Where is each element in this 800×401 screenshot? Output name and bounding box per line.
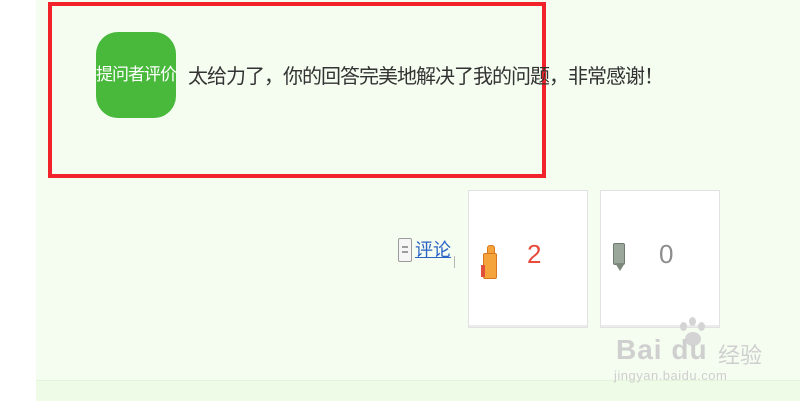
thumbs-down-icon [613, 243, 625, 273]
watermark-logo-text: Bai du [616, 334, 708, 365]
asker-evaluation-badge: 提问者评价 [96, 32, 177, 118]
upvote-count: 2 [527, 239, 542, 269]
evaluation-text: 太给力了，你的回答完美地解决了我的问题，非常感谢！ [188, 64, 664, 88]
comment-icon[interactable] [398, 238, 412, 262]
downvote-button[interactable]: 0 [600, 190, 720, 328]
comment-link[interactable]: 评论 [415, 236, 451, 262]
watermark-url: jingyan.baidu.com [614, 368, 728, 383]
watermark-brand-text: 经验 [718, 344, 763, 369]
downvote-count: 0 [659, 239, 674, 269]
action-divider [454, 256, 455, 268]
thumbs-up-icon [481, 243, 497, 279]
upvote-button[interactable]: 2 [468, 190, 588, 328]
baidu-jingyan-watermark: Bai du 经验 jingyan.baidu.com [610, 316, 800, 388]
